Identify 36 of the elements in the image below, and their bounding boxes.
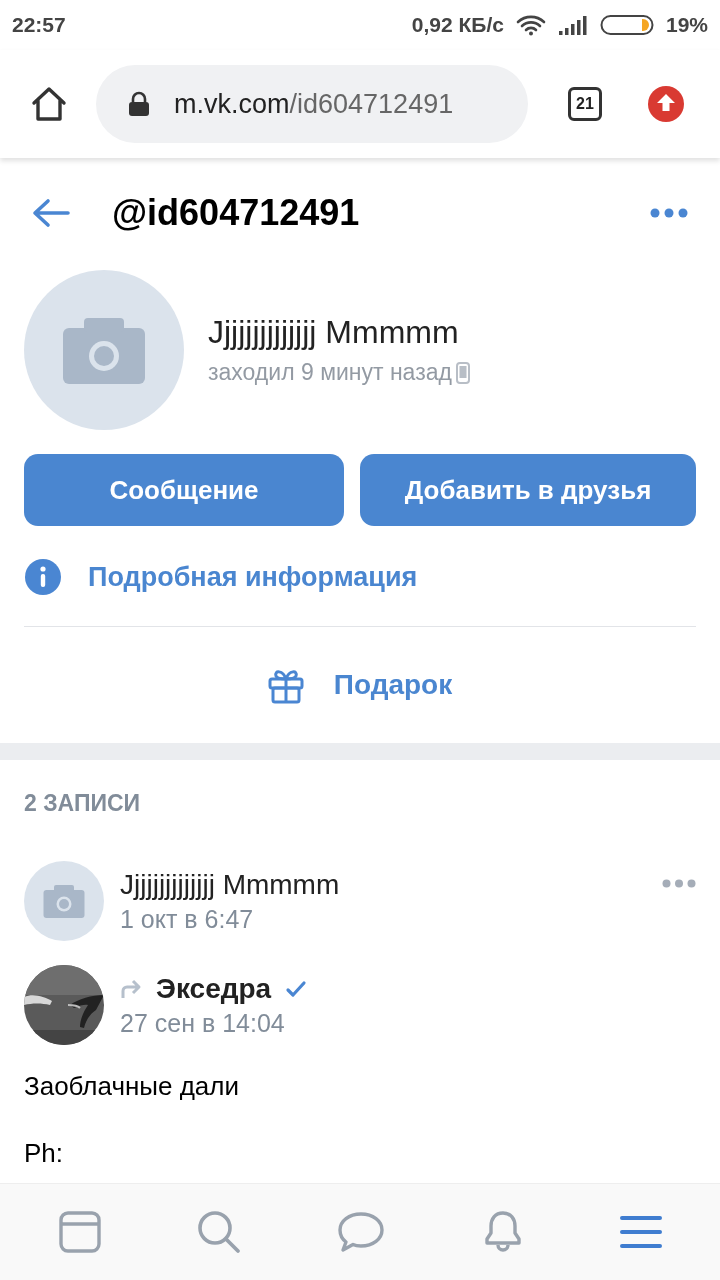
page-title: @id604712491 <box>112 192 360 234</box>
repost-icon <box>120 977 142 1000</box>
profile-action-button[interactable]: Добавить в друзья <box>360 454 696 526</box>
post-text: Ph: <box>24 1138 65 1169</box>
more-icon[interactable] <box>650 208 688 218</box>
signal-icon <box>557 15 588 35</box>
feed-tab[interactable] <box>57 1210 102 1254</box>
post-date: 27 сен в 14:04 <box>120 1008 286 1038</box>
more-icon[interactable] <box>662 879 696 888</box>
network-speed: 0,92 КБ/с <box>411 13 504 37</box>
upload-icon[interactable] <box>648 86 684 122</box>
battery-icon <box>599 14 654 36</box>
section-title: 2 ЗАПИСИ <box>23 789 142 817</box>
post-author[interactable]: Jjjjjjjjjjjjjj Mmmmm <box>120 868 340 901</box>
profile-action-button[interactable]: Сообщение <box>24 454 344 526</box>
wifi-icon <box>515 14 546 36</box>
status-time: 22:57 <box>12 13 66 37</box>
phone-icon <box>455 361 470 384</box>
address-bar[interactable]: m.vk.com/id604712491 <box>96 65 528 143</box>
battery-percent: 19% <box>665 13 708 37</box>
gift-button[interactable]: Подарок <box>267 666 453 704</box>
url-text: m.vk.com/id604712491 <box>174 88 454 120</box>
home-icon[interactable] <box>30 85 68 123</box>
post-text: Заоблачные дали <box>24 1071 240 1102</box>
messages-tab[interactable] <box>337 1210 385 1254</box>
post-date: 1 окт в 6:47 <box>120 904 255 934</box>
last-seen-text: заходил 9 минут назад <box>208 359 452 386</box>
tab-count-button[interactable]: 21 <box>568 87 602 121</box>
search-tab[interactable] <box>197 1210 242 1254</box>
repost-author[interactable]: Экседра <box>156 972 272 1005</box>
details-link[interactable]: Подробная информация <box>88 561 418 593</box>
menu-tab[interactable] <box>620 1214 663 1250</box>
info-icon <box>24 558 62 596</box>
back-arrow-icon[interactable] <box>32 198 70 228</box>
lock-icon <box>128 91 150 117</box>
profile-name: Jjjjjjjjjjjjjj Mmmmm <box>208 314 460 351</box>
